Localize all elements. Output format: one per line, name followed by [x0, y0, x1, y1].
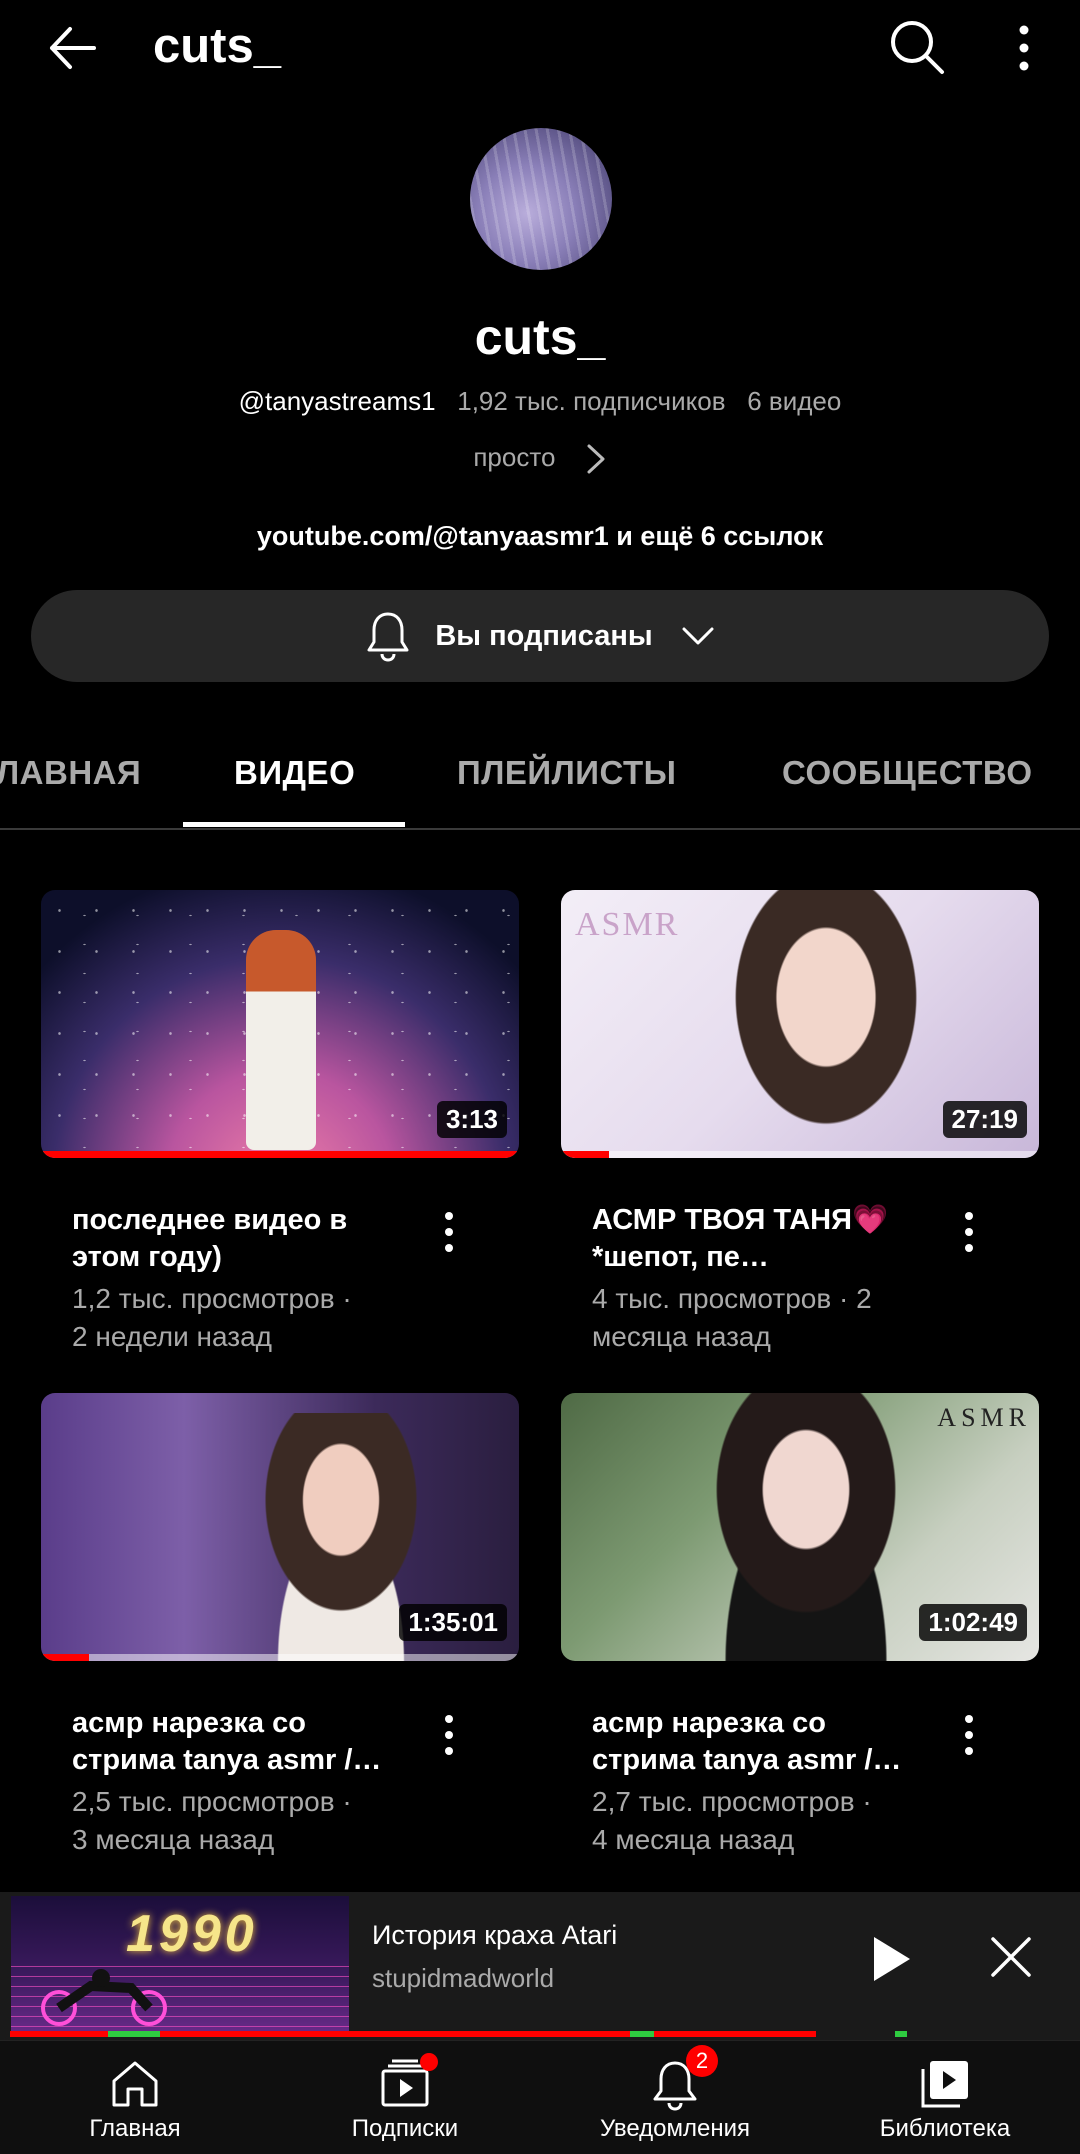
close-icon[interactable]: [988, 1934, 1034, 1980]
video-views: 2,5 тыс. просмотров ·: [72, 1786, 352, 1817]
video-title[interactable]: последнее видео в этом году): [72, 1202, 402, 1276]
nav-library-label: Библиотека: [879, 2115, 1011, 2142]
video-views: 1,2 тыс. просмотров ·: [72, 1283, 352, 1314]
video-meta: 1,2 тыс. просмотров · 2 недели назад: [72, 1280, 432, 1356]
video-age: месяца назад: [592, 1321, 771, 1352]
back-arrow-icon[interactable]: [46, 22, 98, 74]
play-icon[interactable]: [868, 1934, 914, 1984]
video-duration: 27:19: [942, 1101, 1027, 1138]
notification-badge: 2: [686, 2045, 718, 2077]
video-title[interactable]: асмр нарезка со стрима tanya asmr /…: [592, 1705, 922, 1779]
mini-player[interactable]: 1990 История краха Atari stupidmadworld: [0, 1892, 1080, 2040]
video-thumbnail[interactable]: 3:13: [41, 890, 519, 1158]
video-duration: 3:13: [436, 1101, 507, 1138]
video-meta: 4 тыс. просмотров · 2 месяца назад: [592, 1280, 952, 1356]
header-title: cuts_: [153, 19, 282, 73]
tab-videos[interactable]: ВИДЕО: [234, 754, 355, 792]
video-more-icon[interactable]: [439, 1208, 459, 1256]
channel-handle: @tanyastreams1: [238, 386, 436, 416]
mini-player-channel: stupidmadworld: [372, 1963, 555, 1993]
watch-progress: [561, 1151, 609, 1158]
video-more-icon[interactable]: [439, 1711, 459, 1759]
home-icon: [112, 2061, 158, 2107]
video-count: 6 видео: [747, 386, 842, 416]
mini-player-progress[interactable]: [10, 2031, 816, 2037]
video-duration: 1:35:01: [399, 1604, 507, 1641]
nav-notifications[interactable]: 2 Уведомления: [540, 2041, 810, 2154]
video-duration: 1:02:49: [919, 1604, 1027, 1641]
watch-progress: [41, 1151, 519, 1158]
tab-home[interactable]: ЛАВНАЯ: [0, 754, 141, 792]
mini-player-thumbnail[interactable]: 1990: [11, 1896, 349, 2036]
video-thumbnail[interactable]: 1:35:01: [41, 1393, 519, 1661]
subscribed-button[interactable]: Вы подписаны: [31, 590, 1049, 682]
video-more-icon[interactable]: [959, 1711, 979, 1759]
new-content-dot: [420, 2053, 438, 2071]
active-tab-indicator: [183, 822, 405, 827]
motorcycle-image: [41, 1969, 167, 2026]
search-icon[interactable]: [888, 18, 946, 76]
nav-home[interactable]: Главная: [0, 2041, 270, 2154]
nav-notifications-label: Уведомления: [599, 2115, 751, 2142]
channel-description[interactable]: просто: [0, 442, 1080, 475]
video-title[interactable]: АСМР ТВОЯ ТАНЯ💗 *шепот, пе…: [592, 1202, 922, 1276]
video-meta: 2,5 тыс. просмотров · 3 месяца назад: [72, 1783, 432, 1859]
channel-avatar[interactable]: [470, 128, 612, 270]
video-age: 2 недели назад: [72, 1321, 272, 1352]
channel-tabs: ЛАВНАЯ ВИДЕО ПЛЕЙЛИСТЫ СООБЩЕСТВО: [0, 718, 1080, 830]
nav-home-label: Главная: [89, 2115, 181, 2142]
video-views: 2,7 тыс. просмотров ·: [592, 1786, 872, 1817]
nav-subscriptions[interactable]: Подписки: [270, 2041, 540, 2154]
subscribed-label: Вы подписаны: [435, 619, 653, 652]
channel-description-text: просто: [473, 442, 556, 472]
mini-thumbnail-caption: 1990: [126, 1905, 258, 1963]
channel-meta: @tanyastreams1 1,92 тыс. подписчиков 6 в…: [0, 386, 1080, 417]
channel-links[interactable]: youtube.com/@tanyaasmr1 и ещё 6 ссылок: [0, 521, 1080, 552]
video-thumbnail[interactable]: ASMR 1:02:49: [561, 1393, 1039, 1661]
thumbnail-caption: ASMR: [937, 1403, 1031, 1432]
video-views: 4 тыс. просмотров · 2: [592, 1283, 872, 1314]
video-meta: 2,7 тыс. просмотров · 4 месяца назад: [592, 1783, 952, 1859]
video-age: 3 месяца назад: [72, 1824, 275, 1855]
video-thumbnail[interactable]: ASMR 27:19: [561, 890, 1039, 1158]
thumbnail-caption: ASMR: [575, 906, 680, 943]
channel-name: cuts_: [474, 309, 606, 365]
nav-subscriptions-label: Подписки: [351, 2115, 459, 2142]
bell-icon: [367, 612, 409, 662]
subscriber-count: 1,92 тыс. подписчиков: [457, 386, 726, 416]
tab-community[interactable]: СООБЩЕСТВО: [782, 754, 1033, 792]
nav-library[interactable]: Библиотека: [810, 2041, 1080, 2154]
top-app-bar: cuts_: [0, 0, 1080, 96]
video-title[interactable]: асмр нарезка со стрима tanya asmr /…: [72, 1705, 402, 1779]
mini-player-title[interactable]: История краха Atari: [372, 1920, 617, 1951]
more-options-icon[interactable]: [1000, 20, 1048, 76]
video-age: 4 месяца назад: [592, 1824, 795, 1855]
chevron-down-icon: [682, 627, 714, 645]
watch-progress: [41, 1654, 89, 1661]
library-icon: [921, 2061, 968, 2108]
video-more-icon[interactable]: [959, 1208, 979, 1256]
tab-playlists[interactable]: ПЛЕЙЛИСТЫ: [457, 754, 676, 792]
chevron-right-icon: [587, 444, 605, 474]
bottom-navigation: Главная Подписки 2 Уведомления Библиотек…: [0, 2040, 1080, 2154]
